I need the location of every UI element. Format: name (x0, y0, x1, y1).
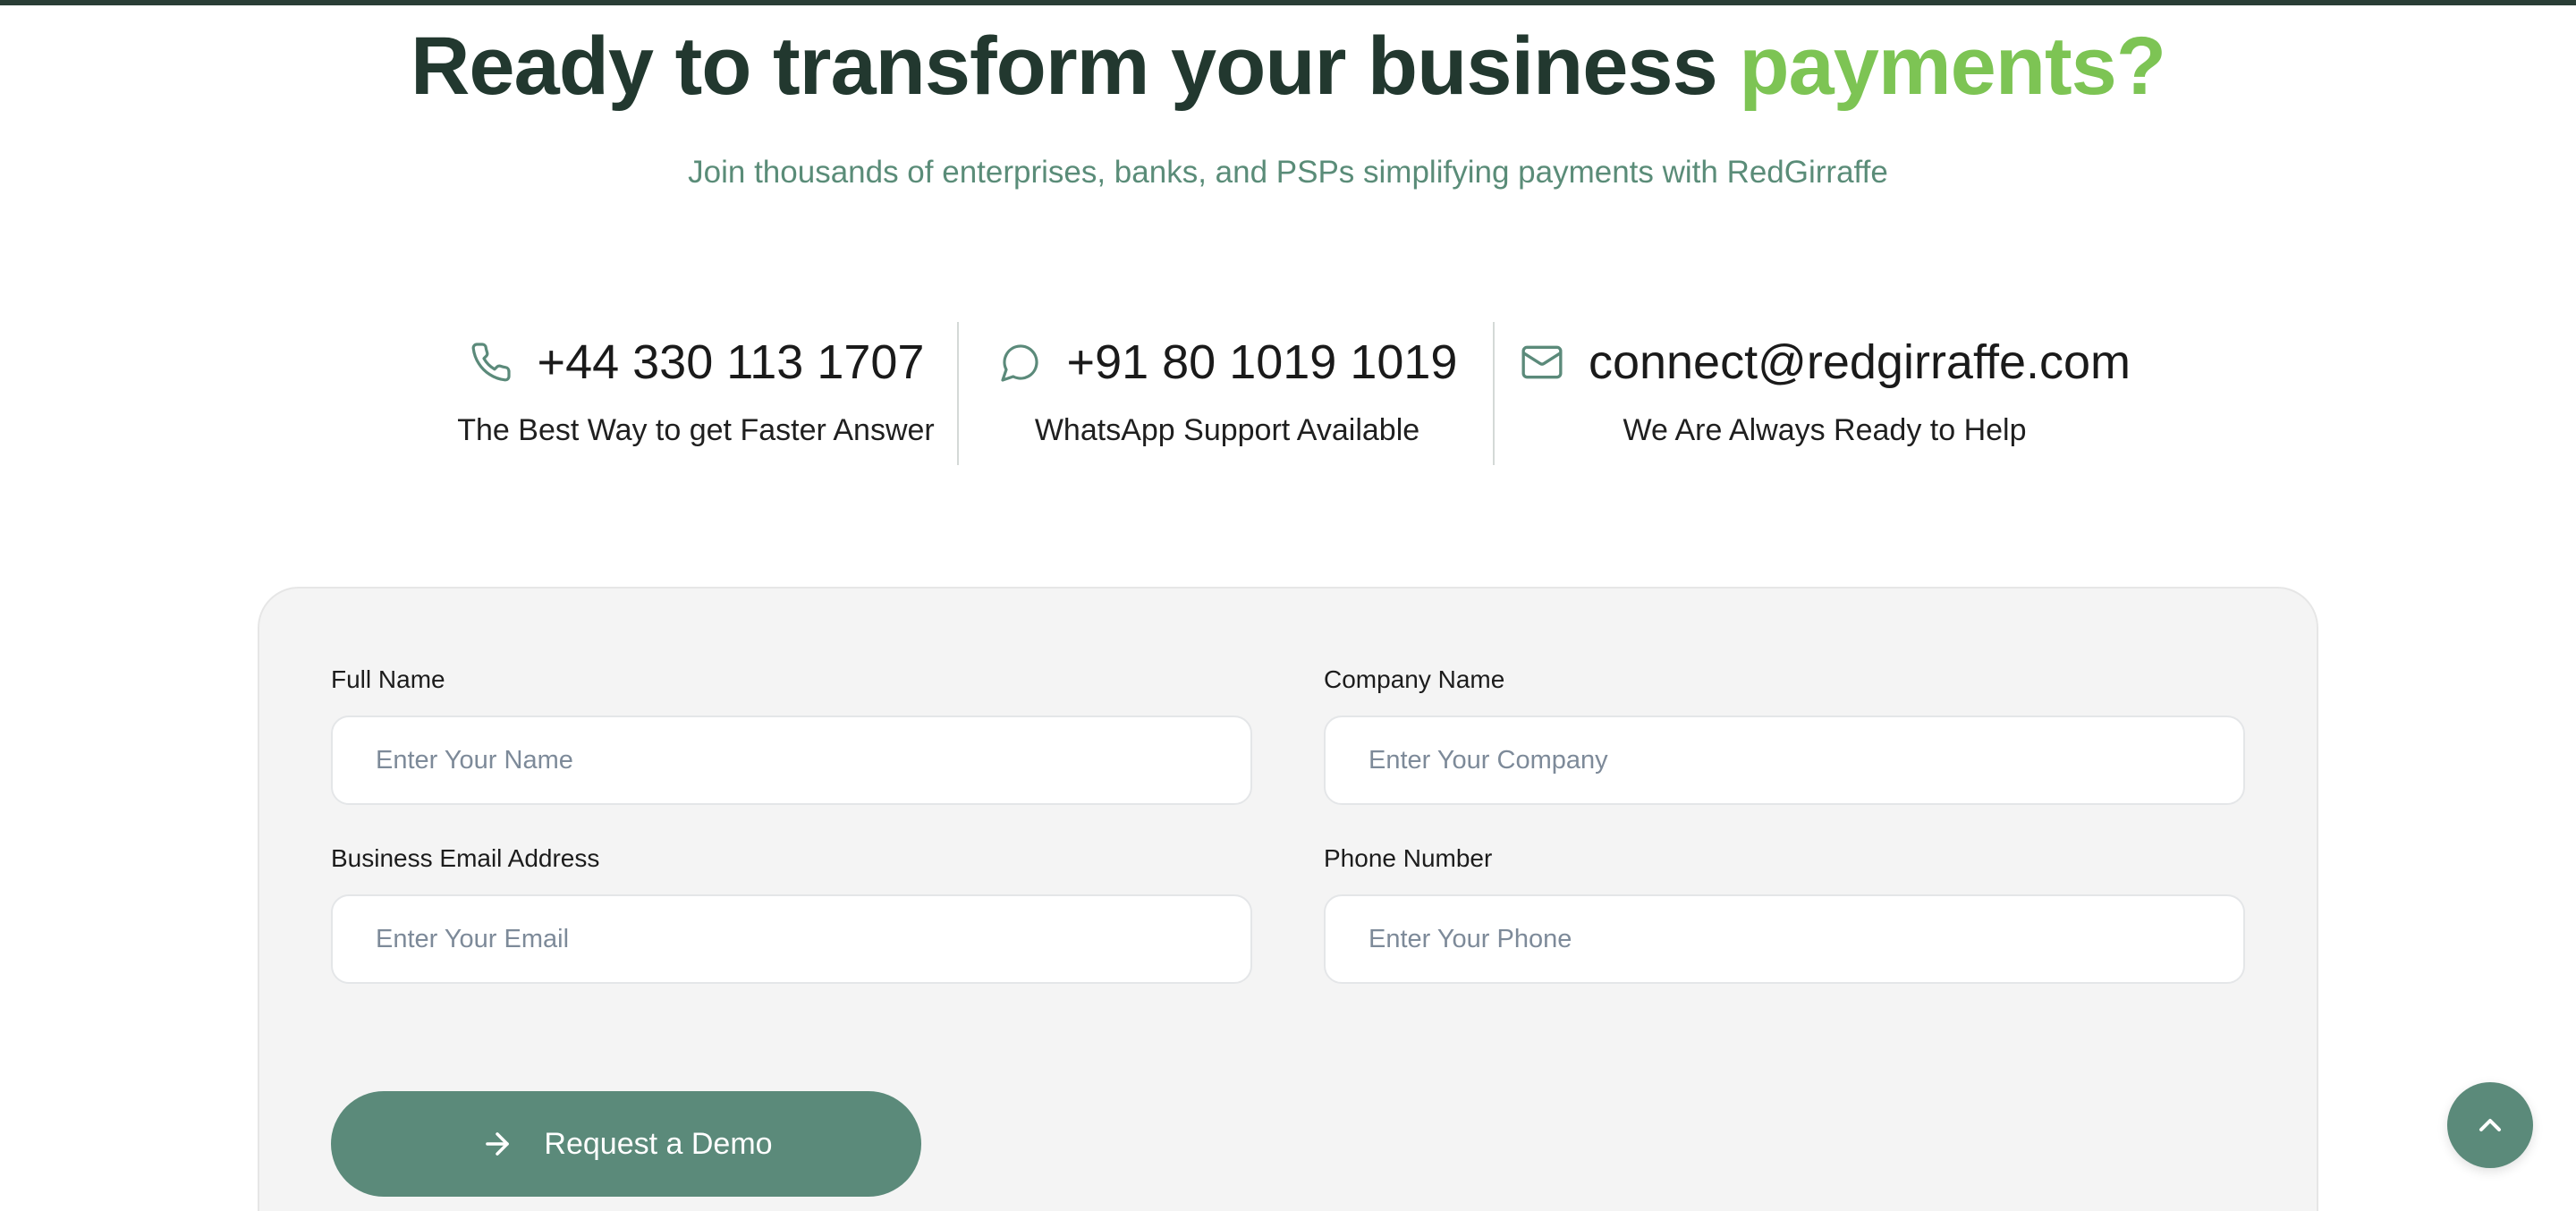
contact-whatsapp-number[interactable]: +91 80 1019 1019 (1067, 322, 1458, 402)
scroll-to-top-button[interactable] (2447, 1082, 2533, 1168)
demo-request-form: Full Name Company Name Business Email Ad… (258, 587, 2318, 1211)
contact-whatsapp-caption: WhatsApp Support Available (1034, 413, 1420, 447)
arrow-right-icon (479, 1126, 515, 1162)
full-name-field: Full Name (331, 664, 1252, 805)
request-demo-button[interactable]: Request a Demo (331, 1091, 921, 1197)
contact-divider (957, 322, 959, 465)
contact-email-address[interactable]: connect@redgirraffe.com (1589, 322, 2131, 402)
email-label: Business Email Address (331, 844, 600, 872)
email-field: Business Email Address (331, 843, 1252, 984)
phone-input[interactable] (1324, 894, 2245, 984)
contact-email: connect@redgirraffe.com We Are Always Re… (1512, 322, 2138, 465)
company-name-input[interactable] (1324, 716, 2245, 805)
contact-phone-number[interactable]: +44 330 113 1707 (538, 322, 925, 402)
contact-phone: +44 330 113 1707 The Best Way to get Fas… (436, 322, 955, 465)
page-subheadline: Join thousands of enterprises, banks, an… (688, 155, 1888, 190)
chat-bubble-icon (997, 339, 1044, 385)
contact-phone-caption: The Best Way to get Faster Answer (457, 413, 935, 447)
page: Ready to transform your business payment… (0, 0, 2576, 1211)
page-headline: Ready to transform your business payment… (0, 21, 2576, 111)
contact-email-caption: We Are Always Ready to Help (1623, 413, 2027, 447)
email-input[interactable] (331, 894, 1252, 984)
company-name-field: Company Name (1324, 664, 2245, 805)
phone-label: Phone Number (1324, 844, 1493, 872)
company-name-label: Company Name (1324, 665, 1505, 693)
request-demo-label: Request a Demo (544, 1126, 773, 1161)
phone-icon (468, 339, 514, 385)
mail-icon (1519, 339, 1565, 385)
headline-main-text: Ready to transform your business (410, 21, 1718, 112)
contact-whatsapp: +91 80 1019 1019 WhatsApp Support Availa… (980, 322, 1474, 465)
contact-divider (1493, 322, 1495, 465)
full-name-input[interactable] (331, 716, 1252, 805)
top-accent-bar (0, 0, 2576, 5)
chevron-up-icon (2472, 1107, 2508, 1143)
phone-field: Phone Number (1324, 843, 2245, 984)
headline-accent-text: payments? (1739, 21, 2166, 112)
full-name-label: Full Name (331, 665, 445, 693)
